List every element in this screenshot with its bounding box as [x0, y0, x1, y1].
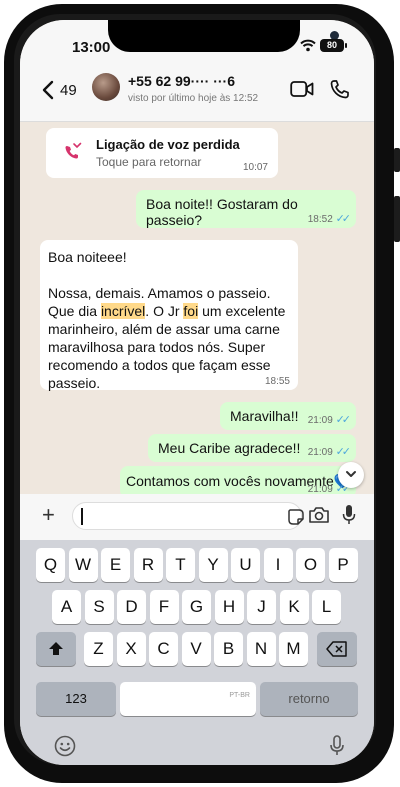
- battery-indicator: 80: [320, 39, 347, 52]
- key-h[interactable]: H: [214, 590, 244, 624]
- side-button: [394, 196, 400, 242]
- sticker-icon[interactable]: [287, 508, 305, 526]
- key-u[interactable]: U: [231, 548, 260, 582]
- key-p[interactable]: P: [328, 548, 358, 582]
- status-bar: 13:00 80: [20, 20, 374, 66]
- missed-call-title: Ligação de voz perdida: [96, 137, 240, 152]
- side-button: [394, 148, 400, 172]
- microphone-icon[interactable]: [342, 504, 356, 526]
- message-meta: 21:09 ✓✓: [307, 445, 352, 458]
- space-key[interactable]: PT-BR: [120, 682, 256, 716]
- last-seen-status: visto por último hoje às 12:52: [128, 93, 259, 104]
- missed-call-subtitle: Toque para retornar: [96, 155, 202, 169]
- numbers-key[interactable]: 123: [36, 682, 116, 716]
- keyboard: QWERTYUIOP ASDFGHJKL ZXCVBNM 123 PT-BR r…: [20, 540, 374, 765]
- key-a[interactable]: A: [52, 590, 81, 624]
- return-key[interactable]: retorno: [260, 682, 358, 716]
- conversation-area[interactable]: Ligação de voz perdida Toque para retorn…: [20, 122, 374, 498]
- message-time: 18:52: [307, 214, 333, 225]
- key-q[interactable]: Q: [36, 548, 65, 582]
- key-z[interactable]: Z: [84, 632, 113, 666]
- message-text: Meu Caribe agradece!!: [158, 440, 301, 456]
- message-time: 18:55: [264, 376, 290, 387]
- backspace-key[interactable]: [317, 632, 357, 666]
- phone-device: 13:00 80 49 +55 62 99···· ···6 visto por…: [0, 0, 400, 787]
- backspace-icon: [326, 641, 347, 657]
- key-x[interactable]: X: [116, 632, 146, 666]
- key-m[interactable]: M: [279, 632, 308, 666]
- key-w[interactable]: W: [68, 548, 98, 582]
- phone-icon[interactable]: [330, 79, 350, 99]
- outgoing-message[interactable]: Boa noite!! Gostaram do passeio? 18:52 ✓…: [136, 190, 356, 228]
- read-receipt-icon: ✓✓: [335, 213, 352, 225]
- screen: 13:00 80 49 +55 62 99···· ···6 visto por…: [20, 20, 374, 765]
- dictation-mic-icon[interactable]: [329, 735, 345, 757]
- message-meta: 21:09 ✓✓: [307, 413, 352, 426]
- message-meta: 18:52 ✓✓: [307, 212, 352, 225]
- message-time: 21:09: [307, 447, 333, 458]
- message-line: . O Jr: [145, 303, 184, 319]
- key-l[interactable]: L: [312, 590, 341, 624]
- camera-icon[interactable]: [308, 506, 330, 524]
- chevron-left-icon[interactable]: [42, 80, 54, 100]
- highlighted-word: foi: [183, 303, 199, 319]
- video-call-icon[interactable]: [290, 80, 314, 98]
- read-receipt-icon: ✓✓: [335, 446, 352, 458]
- key-y[interactable]: Y: [198, 548, 228, 582]
- key-c[interactable]: C: [149, 632, 178, 666]
- keyboard-language-hint: PT-BR: [229, 692, 250, 699]
- highlighted-word: incrível: [100, 303, 146, 319]
- missed-call-icon: [65, 142, 82, 159]
- message-time: 10:07: [242, 162, 268, 173]
- status-time: 13:00: [72, 39, 111, 56]
- emoji-icon[interactable]: [54, 735, 76, 757]
- outgoing-message[interactable]: Meu Caribe agradece!! 21:09 ✓✓: [148, 434, 356, 462]
- key-k[interactable]: K: [279, 590, 309, 624]
- message-time: 21:09: [307, 415, 333, 426]
- key-f[interactable]: F: [149, 590, 179, 624]
- key-j[interactable]: J: [247, 590, 276, 624]
- incoming-message[interactable]: Boa noiteee! Nossa, demais. Amamos o pas…: [40, 240, 298, 392]
- avatar[interactable]: [92, 73, 120, 101]
- key-e[interactable]: E: [101, 548, 130, 582]
- key-b[interactable]: B: [214, 632, 243, 666]
- shift-icon: [49, 642, 63, 655]
- key-d[interactable]: D: [117, 590, 146, 624]
- key-o[interactable]: O: [296, 548, 325, 582]
- wifi-icon: [300, 39, 316, 52]
- shift-key[interactable]: [36, 632, 76, 666]
- dynamic-island: [108, 20, 339, 52]
- key-s[interactable]: S: [84, 590, 114, 624]
- key-i[interactable]: I: [263, 548, 293, 582]
- message-input[interactable]: [72, 502, 305, 530]
- scroll-to-bottom-button[interactable]: [338, 462, 364, 488]
- read-receipt-icon: ✓✓: [335, 414, 352, 426]
- key-g[interactable]: G: [182, 590, 211, 624]
- missed-call-notice[interactable]: Ligação de voz perdida Toque para retorn…: [46, 128, 278, 178]
- contact-name[interactable]: +55 62 99···· ···6: [128, 73, 235, 89]
- message-line: Boa noiteee!: [48, 249, 127, 265]
- key-v[interactable]: V: [181, 632, 211, 666]
- key-r[interactable]: R: [133, 548, 163, 582]
- outgoing-message[interactable]: Maravilha!! 21:09 ✓✓: [220, 402, 356, 430]
- key-t[interactable]: T: [166, 548, 195, 582]
- chevron-down-icon: [346, 471, 356, 477]
- message-text: Maravilha!!: [230, 408, 299, 424]
- message-text: Boa noiteee! Nossa, demais. Amamos o pas…: [48, 248, 292, 392]
- key-n[interactable]: N: [246, 632, 276, 666]
- message-input-bar: +: [20, 494, 374, 540]
- text-cursor: [81, 508, 83, 525]
- chat-header: 49 +55 62 99···· ···6 visto por último h…: [20, 66, 374, 122]
- plus-icon[interactable]: +: [42, 504, 55, 526]
- unread-count[interactable]: 49: [60, 82, 77, 99]
